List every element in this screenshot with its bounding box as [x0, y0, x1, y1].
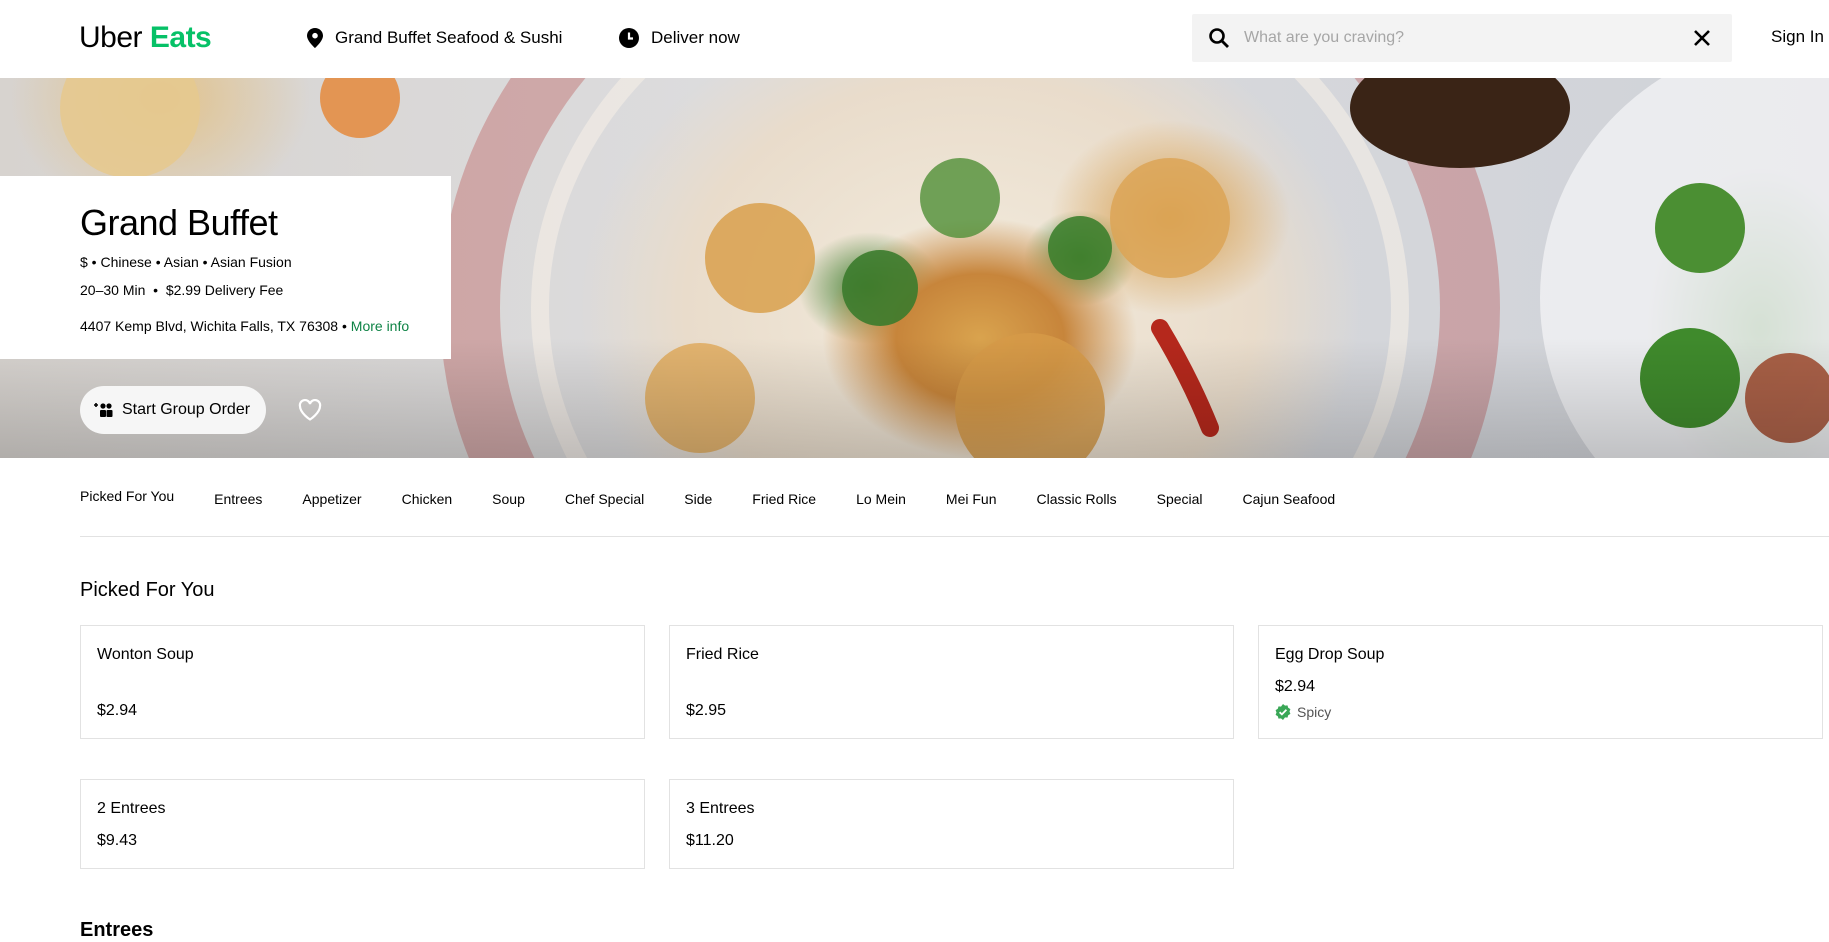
tab-lo-mein[interactable]: Lo Mein	[856, 490, 906, 508]
search-input[interactable]	[1242, 28, 1686, 48]
item-name: Egg Drop Soup	[1275, 646, 1385, 663]
menu-item-card[interactable]: 3 Entrees $11.20	[669, 779, 1234, 869]
delivery-info: 20–30 Min • $2.99 Delivery Fee	[80, 282, 284, 298]
item-price: $11.20	[686, 832, 734, 849]
item-price: $2.94	[97, 702, 138, 719]
item-name: 3 Entrees	[686, 800, 755, 817]
tab-picked-for-you[interactable]: Picked For You	[80, 487, 174, 508]
tab-side[interactable]: Side	[684, 490, 712, 508]
tabs-divider	[80, 536, 1829, 537]
tab-entrees[interactable]: Entrees	[214, 490, 262, 508]
location-label: Grand Buffet Seafood & Sushi	[335, 28, 563, 47]
group-order-icon	[94, 403, 113, 417]
item-tag: Spicy	[1275, 704, 1331, 720]
location-selector[interactable]: Grand Buffet Seafood & Sushi	[307, 26, 562, 50]
clear-search-icon[interactable]	[1690, 26, 1714, 50]
location-pin-icon	[307, 28, 323, 48]
tab-chef-special[interactable]: Chef Special	[565, 490, 644, 508]
menu-item-card[interactable]: Fried Rice $2.95	[669, 625, 1234, 739]
menu-item-card[interactable]: Egg Drop Soup $2.94 Spicy	[1258, 625, 1823, 739]
uber-eats-logo[interactable]: Uber Eats	[79, 20, 212, 56]
tab-classic-rolls[interactable]: Classic Rolls	[1036, 490, 1116, 508]
deliver-label: Deliver now	[651, 28, 740, 47]
tab-fried-rice[interactable]: Fried Rice	[752, 490, 816, 508]
tab-soup[interactable]: Soup	[492, 490, 525, 508]
hero-banner-image: Grand Buffet $ • Chinese • Asian • Asian…	[0, 78, 1829, 458]
sign-in-link[interactable]: Sign In	[1771, 27, 1824, 47]
section-title-picked: Picked For You	[80, 579, 215, 601]
top-header: Uber Eats Grand Buffet Seafood & Sushi D…	[0, 0, 1829, 78]
section-title-entrees: Entrees	[80, 919, 154, 941]
clock-icon	[619, 28, 639, 48]
restaurant-info-card: Grand Buffet $ • Chinese • Asian • Asian…	[0, 176, 451, 359]
favorite-heart-icon[interactable]	[298, 399, 322, 421]
tab-chicken[interactable]: Chicken	[402, 490, 453, 508]
check-badge-icon	[1275, 704, 1291, 720]
search-bar	[1192, 14, 1732, 62]
logo-uber: Uber	[79, 21, 143, 54]
tab-appetizer[interactable]: Appetizer	[302, 490, 361, 508]
item-name: 2 Entrees	[97, 800, 166, 817]
restaurant-cuisines: $ • Chinese • Asian • Asian Fusion	[80, 254, 292, 270]
deliver-time-selector[interactable]: Deliver now	[619, 26, 740, 50]
menu-category-tabs: Picked For You Entrees Appetizer Chicken…	[80, 487, 1375, 508]
tab-special[interactable]: Special	[1157, 490, 1203, 508]
item-price: $2.95	[686, 702, 727, 719]
menu-item-card[interactable]: 2 Entrees $9.43	[80, 779, 645, 869]
tab-cajun-seafood[interactable]: Cajun Seafood	[1243, 490, 1336, 508]
tab-mei-fun[interactable]: Mei Fun	[946, 490, 997, 508]
more-info-link[interactable]: More info	[351, 318, 409, 334]
item-price: $2.94	[1275, 678, 1316, 695]
item-name: Fried Rice	[686, 646, 759, 663]
restaurant-address: 4407 Kemp Blvd, Wichita Falls, TX 76308 …	[80, 317, 409, 335]
item-tag-label: Spicy	[1297, 704, 1332, 720]
search-icon	[1209, 28, 1229, 48]
logo-eats: Eats	[149, 21, 212, 54]
restaurant-name: Grand Buffet	[80, 202, 278, 243]
item-name: Wonton Soup	[97, 646, 194, 663]
group-order-label: Start Group Order	[122, 401, 251, 418]
item-price: $9.43	[97, 832, 138, 849]
address-text: 4407 Kemp Blvd, Wichita Falls, TX 76308 …	[80, 318, 347, 334]
menu-item-card[interactable]: Wonton Soup $2.94	[80, 625, 645, 739]
start-group-order-button[interactable]: Start Group Order	[80, 386, 267, 434]
